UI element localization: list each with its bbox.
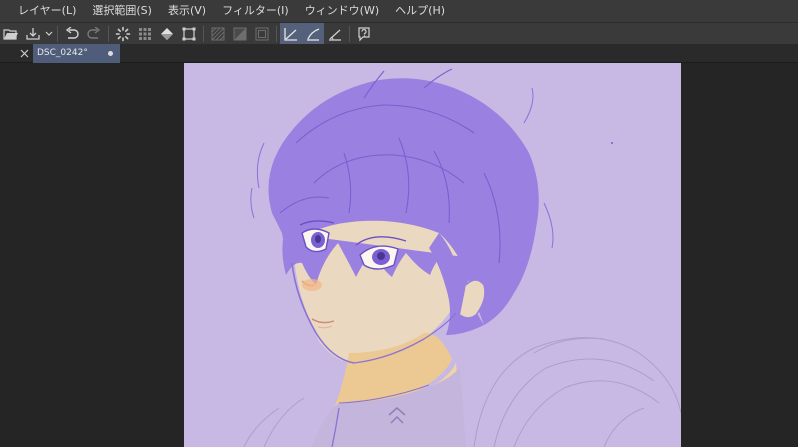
snap-ruler-button[interactable] [280, 22, 302, 45]
border-frame-icon [255, 27, 269, 40]
undo-button[interactable] [61, 23, 83, 45]
menu-window[interactable]: ウィンドウ(W) [297, 0, 387, 22]
border-button[interactable] [251, 23, 273, 45]
tone-button[interactable] [229, 23, 251, 45]
clear-selection-button[interactable] [112, 23, 134, 45]
help-button[interactable] [353, 23, 375, 45]
redo-icon [87, 26, 101, 39]
tone-gradient-icon [233, 27, 247, 40]
menu-filter[interactable]: フィルター(I) [214, 0, 297, 22]
toolbar-divider [108, 25, 109, 42]
command-bar [0, 22, 798, 45]
selection-grid-button[interactable] [134, 23, 156, 45]
toolbar-divider [276, 25, 277, 42]
snap-grid-button[interactable] [324, 23, 346, 45]
redo-button[interactable] [83, 23, 105, 45]
ruler-angle-icon [329, 29, 341, 41]
close-icon [20, 49, 28, 57]
menu-help[interactable]: ヘルプ(H) [387, 0, 453, 22]
open-folder-icon [3, 28, 18, 40]
document-tab-bar: DSC_0242° [0, 44, 798, 63]
transform-crop-icon [182, 27, 196, 40]
toolbar-divider [57, 25, 58, 42]
pen-ruler-icon [307, 27, 320, 41]
menu-selection[interactable]: 選択範囲(S) [84, 0, 160, 22]
toolbar-divider [203, 25, 204, 42]
ruler-snap-icon [284, 27, 297, 41]
fill-bucket-icon [161, 27, 173, 40]
close-tab-button[interactable] [17, 46, 31, 60]
grid-dots-icon [139, 27, 151, 40]
document-tab[interactable]: DSC_0242° [33, 44, 120, 63]
document-tab-title: DSC_0242° [37, 48, 88, 58]
save-options-dropdown[interactable] [44, 23, 54, 45]
fill-button[interactable] [156, 23, 178, 45]
workspace [0, 63, 798, 447]
artwork-image [184, 63, 681, 447]
transform-button[interactable] [178, 23, 200, 45]
menu-bar: レイヤー(L) 選択範囲(S) 表示(V) フィルター(I) ウィンドウ(W) … [0, 0, 798, 22]
toolbar-divider [349, 25, 350, 42]
save-button[interactable] [22, 23, 44, 45]
hatch-button[interactable] [207, 23, 229, 45]
hatch-pattern-icon [211, 27, 225, 40]
loading-spinner-icon [115, 26, 131, 41]
save-icon [26, 27, 40, 40]
undo-icon [65, 26, 79, 39]
help-icon [358, 26, 370, 41]
menu-view[interactable]: 表示(V) [160, 0, 214, 22]
snap-special-ruler-button[interactable] [302, 22, 324, 45]
open-button[interactable] [0, 23, 22, 45]
menu-layer[interactable]: レイヤー(L) [10, 0, 84, 22]
dropdown-chevron-icon [45, 31, 53, 36]
drawing-canvas[interactable] [184, 63, 681, 447]
unsaved-dot-icon [108, 51, 113, 56]
